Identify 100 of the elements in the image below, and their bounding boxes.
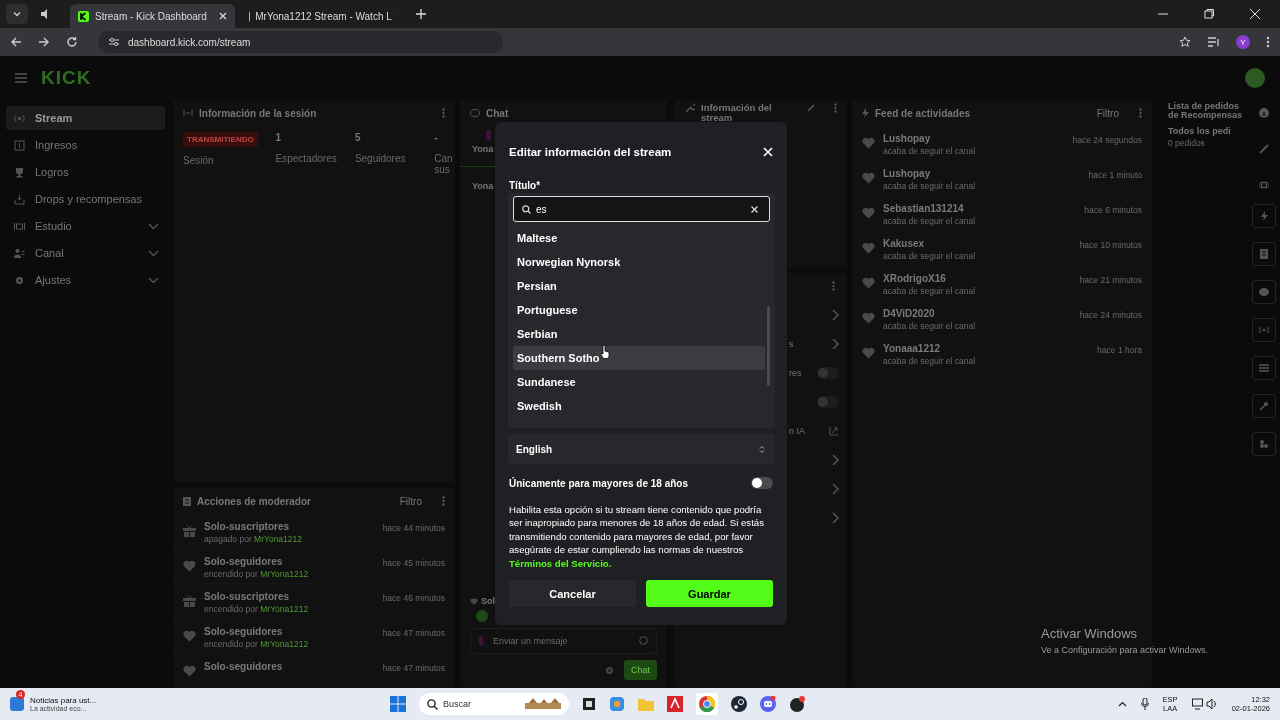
settings-icon[interactable]	[605, 665, 614, 675]
chevron-down-icon[interactable]	[148, 222, 159, 230]
stat-label: Sesión	[183, 155, 215, 166]
live-badge: TRANSMITIENDO	[183, 132, 258, 147]
language-option[interactable]: Norwegian Nynorsk	[513, 250, 765, 274]
panel-title: Información del stream	[701, 103, 773, 122]
wrench-button[interactable]	[1252, 394, 1276, 418]
external-link-icon[interactable]	[829, 426, 839, 436]
timestamp: hace 45 minutos	[382, 557, 445, 568]
network-volume-icon[interactable]	[1191, 698, 1218, 710]
chevron-icon[interactable]	[832, 309, 839, 321]
news-widget-icon[interactable]	[10, 697, 24, 711]
sidebar-item[interactable]: Estudio	[6, 214, 165, 238]
scrollbar[interactable]	[767, 306, 770, 386]
focus-icon[interactable]	[1259, 180, 1269, 190]
sidebar-item[interactable]: Canal	[6, 241, 165, 265]
news-title: Noticias para ust...	[30, 696, 97, 705]
save-button[interactable]: Guardar	[646, 580, 773, 608]
sidebar-item[interactable]: Stream	[6, 106, 165, 130]
browser-app-button[interactable]	[696, 693, 718, 715]
toggle-switch[interactable]	[817, 367, 839, 379]
browser-tab[interactable]: MrYona1212 Stream - Watch L	[241, 4, 406, 28]
sidebar-item[interactable]: Drops y recompensas	[6, 187, 165, 211]
action-detail: encendido por MrYona1212	[204, 569, 310, 579]
chevron-icon[interactable]	[832, 483, 839, 495]
apps-button[interactable]	[1252, 432, 1276, 456]
send-button[interactable]: Chat	[624, 660, 657, 680]
discord-icon[interactable]	[760, 696, 776, 712]
info-icon[interactable]	[1259, 108, 1269, 118]
document-button[interactable]	[1252, 242, 1276, 266]
chevron-down-icon[interactable]	[148, 249, 159, 257]
language-option[interactable]: Persian	[513, 274, 765, 298]
language-option[interactable]: Maltese	[513, 226, 765, 250]
action-detail: encendido por MrYona1212	[204, 604, 310, 614]
toggle-switch[interactable]	[817, 396, 839, 408]
address-bar[interactable]: dashboard.kick.com/stream	[98, 31, 503, 53]
reload-icon[interactable]	[66, 36, 78, 48]
media-icon[interactable]	[1207, 36, 1220, 48]
copilot-icon[interactable]	[609, 696, 625, 712]
chevron-icon[interactable]	[832, 454, 839, 466]
sidebar-item[interactable]: Ingresos	[6, 133, 165, 157]
language-option[interactable]: Portuguese	[513, 298, 765, 322]
message-input[interactable]: Enviar un mensaje	[470, 628, 657, 654]
emoji-icon[interactable]	[639, 636, 648, 645]
language-option[interactable]: Sundanese	[513, 370, 765, 394]
chevron-up-icon[interactable]	[1117, 701, 1127, 707]
cancel-button[interactable]: Cancelar	[509, 580, 636, 608]
site-settings-icon[interactable]	[108, 36, 120, 48]
language-select[interactable]: English	[508, 434, 775, 464]
sidebar-item[interactable]: Ajustes	[6, 268, 165, 292]
filter-button[interactable]: Filtro	[1096, 107, 1119, 119]
app-icon[interactable]	[789, 696, 805, 712]
terms-link[interactable]: Términos del Servicio.	[509, 557, 612, 569]
tab-list-button[interactable]	[6, 4, 28, 24]
language-option[interactable]: Serbian	[513, 322, 765, 346]
bolt-button[interactable]	[1252, 204, 1276, 228]
search-field[interactable]: es	[513, 196, 770, 222]
browser-tab[interactable]: Stream - Kick Dashboard	[70, 4, 235, 28]
heart-icon	[183, 665, 196, 677]
back-icon[interactable]	[10, 36, 22, 48]
new-tab-icon[interactable]	[416, 9, 426, 19]
gear-icon	[14, 274, 25, 286]
chat-button[interactable]	[1252, 280, 1276, 304]
action-detail: encendido por MrYona1212	[204, 639, 310, 649]
microphone-icon[interactable]	[1140, 698, 1149, 710]
tab-title: Stream - Kick Dashboard	[95, 10, 208, 22]
user-avatar[interactable]	[1245, 68, 1265, 88]
star-icon[interactable]	[1179, 36, 1191, 48]
restore-icon[interactable]	[1204, 9, 1214, 19]
language-option[interactable]: Southern Sotho	[513, 346, 765, 370]
close-icon[interactable]	[1250, 9, 1260, 19]
chevron-down-icon[interactable]	[148, 276, 159, 284]
language-option[interactable]: Swedish	[513, 394, 765, 418]
list-button[interactable]	[1252, 356, 1276, 380]
filter-button[interactable]: Filtro	[399, 495, 422, 507]
heart-icon	[183, 630, 196, 642]
pencil-icon[interactable]	[1259, 144, 1269, 154]
task-view-icon[interactable]	[582, 697, 596, 711]
windows-start-icon[interactable]	[390, 696, 406, 712]
chevron-icon[interactable]	[832, 338, 839, 350]
close-icon[interactable]	[219, 12, 227, 20]
folder-icon[interactable]	[638, 697, 654, 711]
request-count: 0 pedidos	[1168, 138, 1206, 148]
pencil-icon[interactable]	[807, 103, 816, 112]
chevron-icon[interactable]	[832, 512, 839, 524]
sidebar-item[interactable]: Logros	[6, 160, 165, 184]
follower-name: Lushopay	[883, 168, 932, 179]
audio-button[interactable]	[1252, 318, 1276, 342]
clear-icon[interactable]	[751, 206, 758, 213]
forward-icon[interactable]	[38, 36, 50, 48]
heart-icon	[862, 137, 875, 149]
toggle-switch[interactable]	[751, 477, 773, 489]
rewards-tab[interactable]: Todos los pedi	[1168, 126, 1248, 136]
taskbar-search-field[interactable]: Buscar	[419, 693, 569, 715]
document-icon	[1260, 249, 1268, 259]
menu-icon[interactable]	[15, 73, 27, 83]
profile-avatar[interactable]: Y	[1236, 35, 1250, 49]
description-text: Habilita esta opción si tu stream tiene contenido que podría ser inapropiado para menores de 18 años de edad. Si estás transmitiendo contenido para mayores de edad, por favor asegúrate de estar cumpliendo las normas de nuestros Términos del Servicio.	[509, 503, 765, 571]
steam-icon[interactable]	[731, 696, 747, 712]
more-icon[interactable]	[1266, 36, 1270, 48]
